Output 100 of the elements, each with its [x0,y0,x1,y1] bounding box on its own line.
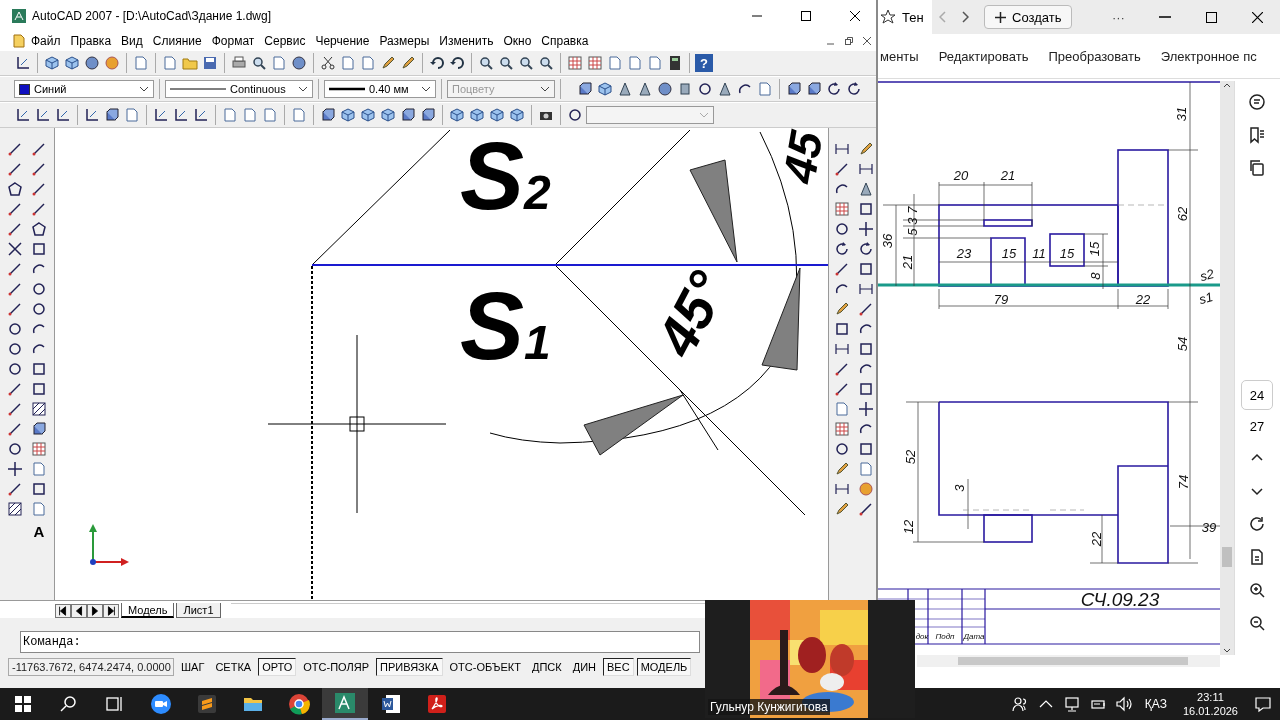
calculator-icon[interactable] [667,55,683,71]
page-icon[interactable] [607,55,623,71]
circle-icon[interactable] [7,321,23,337]
clock[interactable]: 23:11 16.01.2026 [1182,690,1238,718]
menu-item[interactable]: Файл [26,32,66,50]
square-icon[interactable] [858,381,875,397]
page-icon[interactable] [858,461,875,477]
star-icon[interactable] [880,9,896,25]
zoom-out-icon[interactable] [1248,614,1266,632]
magnifier-icon[interactable] [478,55,494,71]
next-button[interactable] [87,604,103,618]
linetype-dropdown[interactable]: Continuous [165,80,313,98]
square-icon[interactable] [31,241,47,257]
ball-icon[interactable] [104,55,120,71]
circle-icon[interactable] [7,361,23,377]
tab-title[interactable]: Тен [902,9,924,25]
dimension-icon[interactable] [834,341,851,357]
last-button[interactable] [103,604,119,618]
line-icon[interactable] [7,481,23,497]
cone-icon[interactable] [858,181,875,197]
dimension-icon[interactable] [858,281,875,297]
line-icon[interactable] [7,301,23,317]
square-icon[interactable] [31,381,47,397]
page-icon[interactable] [162,55,178,71]
page-icon[interactable] [360,55,376,71]
page-icon[interactable] [291,107,307,123]
layout-tab[interactable]: Модель [121,603,175,618]
toolbar-tab[interactable]: Электронное пс [1160,48,1257,64]
cone-icon[interactable] [717,81,733,97]
line-icon[interactable] [31,181,47,197]
box-icon[interactable] [806,81,822,97]
circle-icon[interactable] [7,441,23,457]
square-icon[interactable] [31,361,47,377]
volume-icon[interactable] [1114,695,1133,713]
page-icon[interactable] [262,107,278,123]
notification-icon[interactable] [1254,695,1272,713]
copy-icon[interactable] [1248,159,1266,177]
layer-dropdown[interactable]: Синий [14,80,154,98]
help-button[interactable]: ? [695,54,713,72]
box-icon[interactable] [577,81,593,97]
dimension-icon[interactable] [834,481,851,497]
status-toggle[interactable]: ОТС-ПОЛЯР [299,658,374,676]
status-toggle[interactable]: ОТС-ОБЪЕКТ [445,658,525,676]
axis-icon[interactable] [153,107,169,123]
vertical-scrollbar[interactable] [1220,81,1234,655]
page-icon[interactable] [242,107,258,123]
lineweight-dropdown[interactable]: 0.40 мм [324,80,436,98]
dimension-icon[interactable] [834,141,851,157]
status-toggle[interactable]: ПРИВЯЗКА [376,658,443,676]
line-icon[interactable] [31,201,47,217]
pencil-icon[interactable] [834,501,851,517]
move-icon[interactable] [858,401,875,417]
cone-icon[interactable] [637,81,653,97]
cad-app-button[interactable] [322,688,368,720]
box-icon[interactable] [400,107,416,123]
dimension-icon[interactable] [858,161,875,177]
polygon-icon[interactable] [7,181,23,197]
language-indicator[interactable]: ҚАЗ [1144,697,1167,711]
line-icon[interactable] [7,221,23,237]
line-icon[interactable] [834,361,851,377]
pencil-icon[interactable] [858,141,875,157]
horizontal-scrollbar[interactable] [917,655,1220,667]
line-icon[interactable] [7,421,23,437]
scissors-icon[interactable] [320,55,336,71]
ball-icon[interactable] [858,481,875,497]
zoom-in-icon[interactable] [1248,581,1266,599]
hatch-icon[interactable] [7,501,23,517]
line-icon[interactable] [7,201,23,217]
scrollbar-thumb[interactable] [958,657,1188,665]
menu-item[interactable]: Вид [116,32,148,50]
status-toggle[interactable]: ДПСК [528,658,566,676]
circle-icon[interactable] [31,301,47,317]
cube-icon[interactable] [360,107,376,123]
line-icon[interactable] [31,161,47,177]
square-icon[interactable] [834,321,851,337]
circle-icon[interactable] [834,221,851,237]
line-icon[interactable] [31,141,47,157]
axis-icon[interactable] [84,107,100,123]
pencil-icon[interactable] [834,301,851,317]
folder-icon[interactable] [182,55,198,71]
rotate-icon[interactable] [858,241,875,257]
hatch-icon[interactable] [31,401,47,417]
move-icon[interactable] [858,221,875,237]
line-icon[interactable] [7,141,23,157]
status-toggle[interactable]: ВЕС [603,658,634,676]
magnifier-icon[interactable] [538,55,554,71]
line-icon[interactable] [7,381,23,397]
grid-icon[interactable] [587,55,603,71]
text-tool-button[interactable]: A [30,522,48,540]
cylinder-icon[interactable] [677,81,693,97]
box-icon[interactable] [320,107,336,123]
menu-item[interactable]: Правка [65,32,117,50]
line-icon[interactable] [7,281,23,297]
pencil-icon[interactable] [380,55,396,71]
box-icon[interactable] [786,81,802,97]
magnifier-icon[interactable] [498,55,514,71]
toolbar-tab[interactable]: Преобразовать [1048,48,1141,64]
page-icon[interactable] [627,55,643,71]
box-icon[interactable] [420,107,436,123]
page-number-field[interactable]: 24 [1241,380,1273,410]
